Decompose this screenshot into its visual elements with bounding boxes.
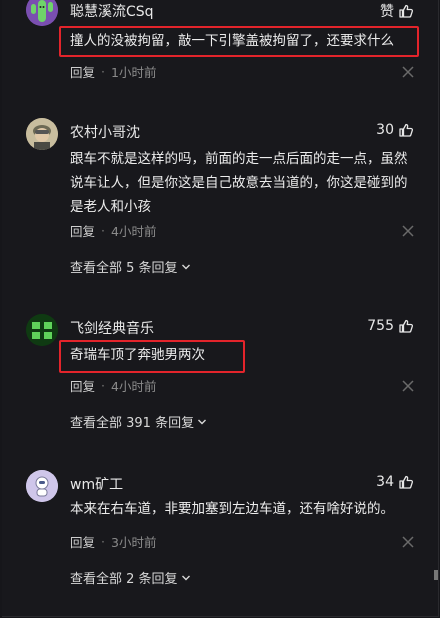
separator-dot: · [101, 64, 105, 79]
view-all-replies[interactable]: 查看全部 5 条回复 [70, 257, 191, 276]
music-logo-avatar-icon [26, 314, 58, 346]
view-all-replies[interactable]: 查看全部 391 条回复 [70, 412, 207, 431]
thumb-up-icon [399, 319, 414, 333]
scrollbar[interactable] [434, 570, 438, 580]
highlight-box [59, 340, 245, 373]
reply-button[interactable]: 回复 [70, 221, 95, 240]
astronaut-avatar-icon [26, 470, 58, 502]
separator-dot: · [101, 378, 105, 393]
thumb-up-icon [399, 475, 414, 489]
like-button[interactable]: 34 [376, 474, 414, 490]
view-all-label: 查看全部 2 条回复 [70, 572, 178, 587]
view-all-label: 查看全部 391 条回复 [70, 416, 195, 431]
like-button[interactable]: 30 [376, 122, 414, 138]
username[interactable]: wm矿工 [70, 474, 123, 494]
close-icon[interactable] [402, 225, 414, 237]
comment-meta: 回复 · 3小时前 [70, 532, 156, 551]
thumb-up-icon [399, 123, 414, 137]
chevron-down-icon [181, 264, 190, 269]
reply-button[interactable]: 回复 [70, 62, 95, 81]
chevron-down-icon [198, 419, 207, 424]
thumb-up-icon [399, 4, 414, 18]
avatar[interactable] [26, 314, 58, 346]
close-icon[interactable] [402, 380, 414, 392]
like-count: 30 [376, 122, 394, 138]
comment-text: 跟车不就是这样的吗，前面的走一点后面的走一点，虽然说车让人，但是你这是自己故意去… [70, 151, 408, 215]
separator-dot: · [101, 534, 105, 549]
comment-meta: 回复 · 4小时前 [70, 221, 156, 240]
timestamp: 1小时前 [111, 65, 157, 80]
close-icon[interactable] [402, 536, 414, 548]
reply-button[interactable]: 回复 [70, 532, 95, 551]
view-all-label: 查看全部 5 条回复 [70, 261, 178, 276]
like-count: 34 [376, 474, 394, 490]
chevron-down-icon [181, 575, 190, 580]
separator-dot: · [101, 223, 105, 238]
username[interactable]: 聪慧溪流CSq [70, 1, 154, 21]
username[interactable]: 飞剑经典音乐 [70, 318, 154, 338]
reply-button[interactable]: 回复 [70, 376, 95, 395]
comment-text: 本来在右车道，非要加塞到左边车道，还有啥好说的。 [70, 501, 394, 517]
timestamp: 3小时前 [111, 535, 157, 550]
highlight-box [59, 26, 419, 57]
timestamp: 4小时前 [111, 379, 157, 394]
comment-meta: 回复 · 4小时前 [70, 376, 156, 395]
username[interactable]: 农村小哥沈 [70, 122, 140, 142]
view-all-replies[interactable]: 查看全部 2 条回复 [70, 568, 191, 587]
close-icon[interactable] [402, 66, 414, 78]
like-button[interactable]: 赞 [380, 1, 414, 21]
like-button[interactable]: 755 [367, 318, 414, 334]
avatar[interactable] [26, 118, 58, 150]
timestamp: 4小时前 [111, 224, 157, 239]
person-avatar-icon [26, 118, 58, 150]
cactus-avatar-icon [26, 0, 58, 26]
comment-meta: 回复 · 1小时前 [70, 62, 156, 81]
avatar[interactable] [26, 0, 58, 26]
avatar[interactable] [26, 470, 58, 502]
like-count: 赞 [380, 4, 394, 20]
comment-list: 聪慧溪流CSq 赞 撞人的没被拘留，敲一下引擎盖被拘留了，还要求什么 回复 · … [2, 0, 439, 617]
like-count: 755 [367, 318, 394, 334]
